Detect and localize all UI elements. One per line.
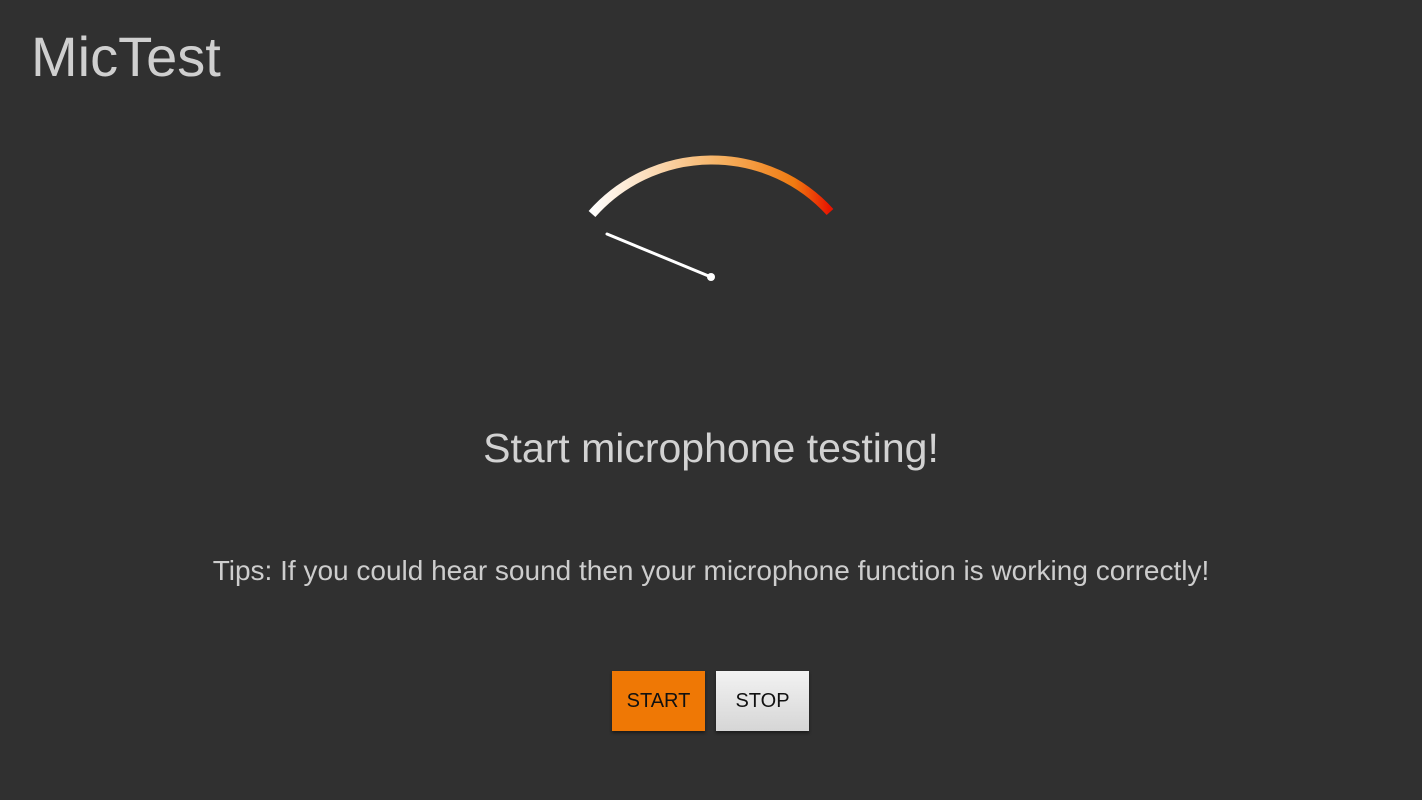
status-message: Start microphone testing! bbox=[483, 425, 939, 471]
meter-pivot bbox=[707, 273, 715, 281]
control-buttons: START STOP bbox=[612, 671, 809, 731]
meter-scale-arc bbox=[588, 155, 834, 217]
meter-needle bbox=[605, 232, 713, 279]
start-button[interactable]: START bbox=[612, 671, 705, 731]
sound-level-meter bbox=[588, 155, 834, 281]
mictest-screen: MicTest Start microphone testing! Tips: … bbox=[0, 0, 1422, 800]
tips-text: Tips: If you could hear sound then your … bbox=[212, 555, 1210, 586]
stop-button[interactable]: STOP bbox=[716, 671, 809, 731]
app-title: MicTest bbox=[31, 25, 221, 88]
